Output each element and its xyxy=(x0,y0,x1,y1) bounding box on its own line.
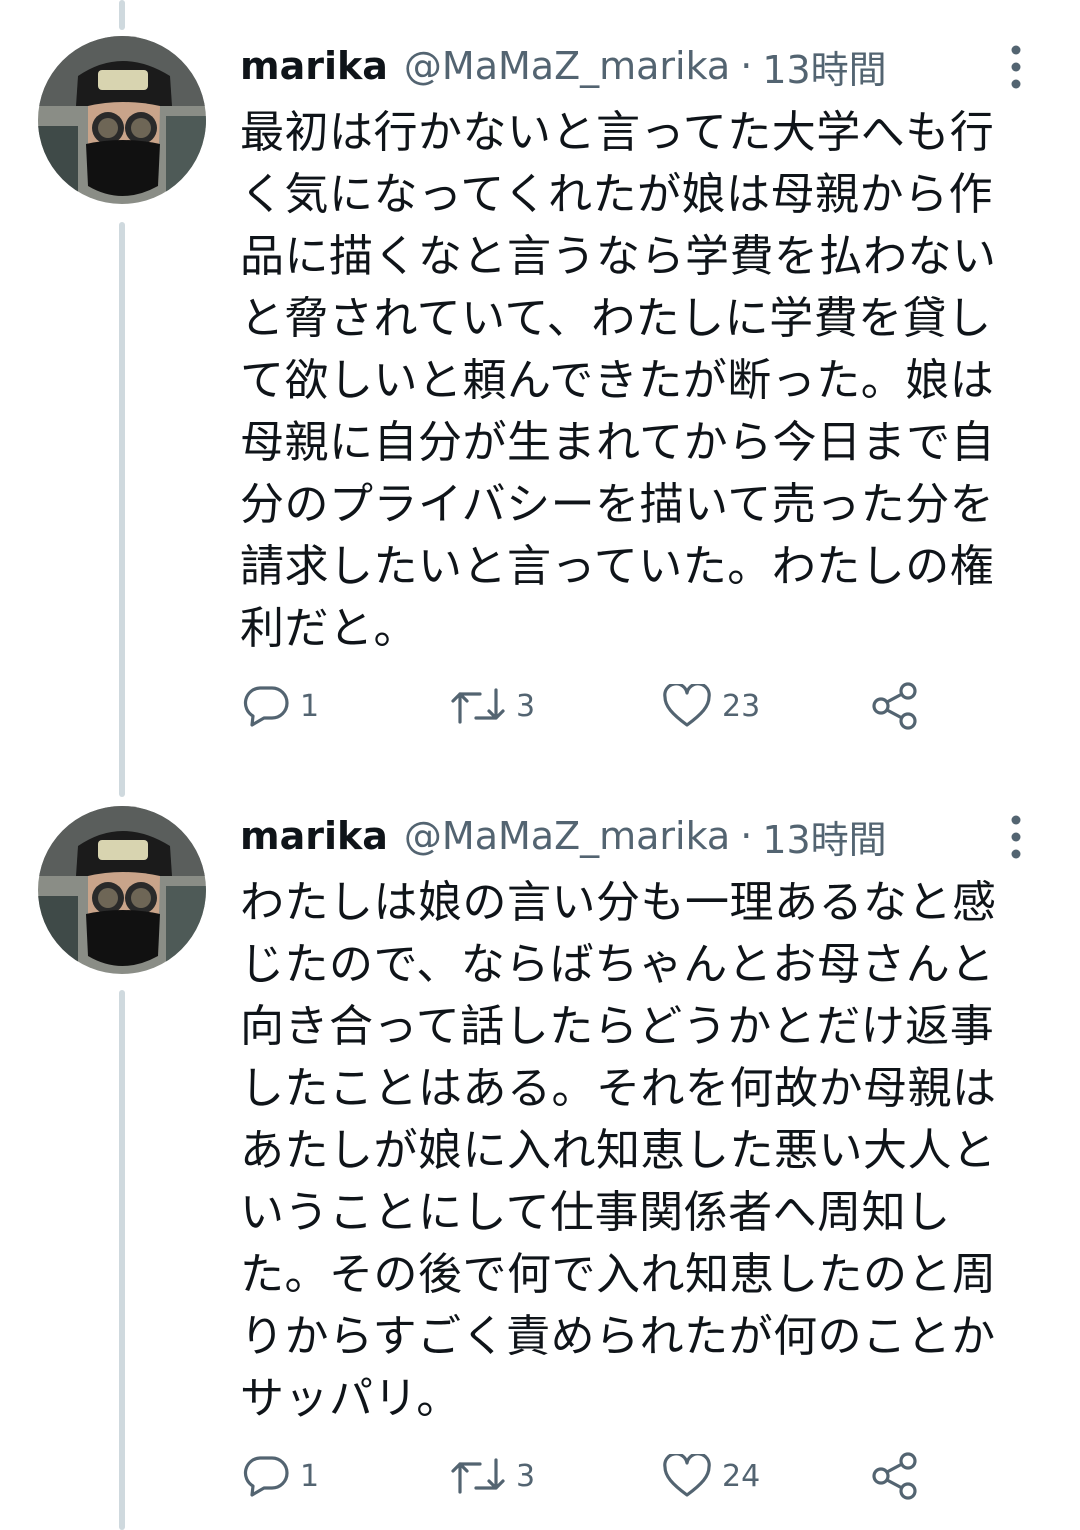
reply-icon xyxy=(242,1455,290,1497)
timestamp[interactable]: 13時間 xyxy=(762,809,886,864)
like-button[interactable]: 23 xyxy=(662,676,760,736)
display-name[interactable]: marika xyxy=(240,814,388,858)
like-count: 23 xyxy=(722,688,761,724)
thread-line-top xyxy=(119,0,125,30)
like-icon xyxy=(662,684,712,728)
separator: · xyxy=(740,44,753,88)
share-icon xyxy=(870,1451,920,1501)
share-button[interactable] xyxy=(870,676,920,736)
timestamp[interactable]: 13時間 xyxy=(762,39,886,94)
retweet-button[interactable]: 3 xyxy=(450,676,535,736)
retweet-icon xyxy=(450,1456,506,1496)
tweet-text: 最初は行かないと言ってた大学へも行 く気になってくれたが娘は母親から作 品に描く… xyxy=(240,107,997,654)
separator: · xyxy=(740,814,753,858)
share-icon xyxy=(870,681,920,731)
reply-button[interactable]: 1 xyxy=(242,1446,319,1506)
avatar[interactable] xyxy=(38,36,206,204)
share-button[interactable] xyxy=(870,1446,920,1506)
tweet[interactable]: marika @MaMaZ_marika · 13時間 わたしは娘の言い分も一理… xyxy=(0,806,1080,1506)
more-options-icon[interactable] xyxy=(1006,42,1026,92)
user-handle[interactable]: @MaMaZ_marika xyxy=(404,44,730,88)
reply-count: 1 xyxy=(300,1458,320,1494)
like-button[interactable]: 24 xyxy=(662,1446,760,1506)
retweet-count: 3 xyxy=(516,1458,536,1494)
retweet-count: 3 xyxy=(516,688,536,724)
retweet-icon xyxy=(450,686,506,726)
display-name[interactable]: marika xyxy=(240,44,388,88)
tweet-actions: 1 3 24 xyxy=(240,1446,940,1506)
retweet-button[interactable]: 3 xyxy=(450,1446,535,1506)
tweet-header: marika @MaMaZ_marika · 13時間 xyxy=(240,36,887,96)
tweet[interactable]: marika @MaMaZ_marika · 13時間 最初は行かないと言ってた… xyxy=(0,36,1080,736)
like-count: 24 xyxy=(722,1458,761,1494)
more-options-icon[interactable] xyxy=(1006,812,1026,862)
tweet-header: marika @MaMaZ_marika · 13時間 xyxy=(240,806,887,866)
user-handle[interactable]: @MaMaZ_marika xyxy=(404,814,730,858)
tweet-text: わたしは娘の言い分も一理あるなと感 じたので、ならばちゃんとお母さんと 向き合っ… xyxy=(240,877,997,1424)
tweet-actions: 1 3 23 xyxy=(240,676,940,736)
reply-button[interactable]: 1 xyxy=(242,676,319,736)
reply-count: 1 xyxy=(300,688,320,724)
like-icon xyxy=(662,1454,712,1498)
reply-icon xyxy=(242,685,290,727)
avatar[interactable] xyxy=(38,806,206,974)
